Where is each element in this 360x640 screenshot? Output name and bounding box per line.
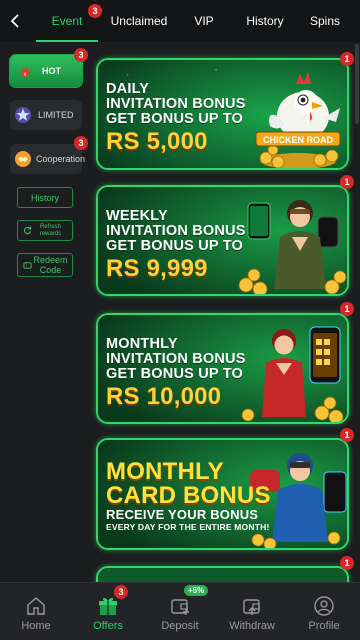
wallet-plus-icon	[171, 599, 189, 615]
history-button[interactable]: History	[17, 187, 73, 208]
banner1-line3: GET BONUS UP TO	[106, 111, 244, 127]
tab-spins-label: Spins	[309, 14, 341, 28]
redeem-code-label: Redeem Code	[33, 255, 68, 275]
banner4-line3: RECEIVE YOUR BONUS	[106, 507, 259, 522]
tab-unclaimed[interactable]: Unclaimed	[104, 0, 174, 42]
banner2-line2: INVITATION BONUS	[106, 223, 246, 239]
offers-screen: Event 3 Unclaimed VIP History Spins HOT …	[0, 0, 360, 640]
banner3-line3: GET BONUS UP TO	[106, 366, 244, 382]
nav-offers-label: Offers	[93, 620, 123, 632]
scrollbar[interactable]	[355, 44, 359, 124]
nav-profile[interactable]: Profile	[288, 583, 360, 640]
handshake-icon	[15, 151, 31, 167]
banner1-line1: DAILY	[106, 81, 150, 97]
sidebar-hot-label: HOT	[42, 66, 61, 76]
tab-vip-label: VIP	[194, 14, 214, 28]
monthly-invitation-banner[interactable]: MONTHLY INVITATION BONUS GET BONUS UP TO…	[96, 313, 349, 424]
nav-home-label: Home	[21, 620, 51, 632]
tab-vip[interactable]: VIP	[174, 0, 234, 42]
banner2-line1: WEEKLY	[106, 208, 168, 224]
redeem-code-button[interactable]: Redeem Code	[17, 253, 73, 277]
monthly-banner-text: MONTHLY INVITATION BONUS GET BONUS UP TO…	[106, 337, 246, 410]
banner1-line2: INVITATION BONUS	[106, 96, 246, 112]
sidebar-item-limited[interactable]: LIMITED	[10, 100, 82, 130]
deposit-bonus-pill: +5%	[184, 585, 209, 596]
refresh-icon	[23, 226, 31, 235]
star-icon	[15, 107, 31, 123]
nav-offers-badge: 3	[114, 585, 128, 599]
nav-profile-label: Profile	[308, 620, 340, 632]
nav-home[interactable]: Home	[0, 583, 72, 640]
refresh-rewards-label: Refresh rewards	[39, 223, 62, 237]
monthly-card-bonus-banner[interactable]: MONTHLY CARD BONUS RECEIVE YOUR BONUS EV…	[96, 438, 349, 550]
sidebar-hot-badge: 3	[74, 48, 88, 62]
nav-offers[interactable]: Offers 3	[72, 583, 144, 640]
ticket-icon	[22, 261, 32, 269]
daily-invitation-banner[interactable]: CHICKEN ROAD DAILY INVITATION BONUS GET …	[96, 58, 349, 170]
flame-icon	[21, 65, 29, 77]
tab-spins[interactable]: Spins	[296, 0, 354, 42]
sidebar-item-cooperation[interactable]: Cooperation 3	[10, 136, 88, 174]
tab-history[interactable]: History	[234, 0, 296, 42]
sidebar-cooperation-label: Cooperation	[36, 154, 86, 164]
top-nav: Event 3 Unclaimed VIP History Spins	[0, 0, 360, 42]
tab-bar: Event 3 Unclaimed VIP History Spins	[30, 0, 360, 42]
banner3-badge: 1	[340, 302, 354, 316]
aviator-girl-art	[238, 200, 347, 294]
home-icon	[27, 597, 45, 615]
back-button[interactable]	[0, 0, 30, 42]
banner1-amount: RS 5,000	[106, 128, 208, 155]
history-button-label: History	[30, 192, 59, 203]
banner4-line1: MONTHLY	[106, 458, 224, 485]
nav-withdraw-label: Withdraw	[229, 620, 275, 632]
tab-event-badge: 3	[88, 4, 102, 18]
banner2-amount: RS 9,999	[106, 255, 208, 282]
refresh-rewards-button[interactable]: Refresh rewards	[17, 220, 73, 241]
tab-event[interactable]: Event 3	[30, 0, 104, 42]
wallet-out-icon	[243, 599, 260, 615]
sidebar-cooperation-badge: 3	[74, 136, 88, 150]
weekly-banner-text: WEEKLY INVITATION BONUS GET BONUS UP TO …	[106, 209, 246, 282]
tab-unclaimed-label: Unclaimed	[110, 14, 168, 28]
card-bonus-text: MONTHLY CARD BONUS RECEIVE YOUR BONUS EV…	[106, 458, 271, 533]
nav-deposit[interactable]: Deposit +5%	[144, 583, 216, 640]
sidebar-limited-label: LIMITED	[38, 110, 74, 120]
tab-history-label: History	[246, 14, 284, 28]
profile-icon	[314, 596, 334, 616]
banner5-badge: 1	[340, 556, 354, 570]
pilot-girl-art	[241, 326, 344, 422]
chicken-road-logo: CHICKEN ROAD	[263, 135, 334, 145]
banner3-amount: RS 10,000	[106, 383, 222, 410]
banner1-badge: 1	[340, 52, 354, 66]
banner2-badge: 1	[340, 175, 354, 189]
weekly-invitation-banner[interactable]: WEEKLY INVITATION BONUS GET BONUS UP TO …	[96, 185, 349, 296]
daily-banner-text: DAILY INVITATION BONUS GET BONUS UP TO R…	[106, 82, 246, 155]
banner2-line3: GET BONUS UP TO	[106, 238, 244, 254]
sidebar-item-hot[interactable]: HOT 3	[10, 48, 88, 87]
tab-event-label: Event	[51, 14, 83, 28]
bottom-nav: Home Offers 3 Deposit +5% Withdraw Profi…	[0, 582, 360, 640]
banner4-line2: CARD BONUS	[106, 482, 271, 509]
chicken-mascot-art: CHICKEN ROAD	[255, 72, 341, 168]
nav-withdraw[interactable]: Withdraw	[216, 583, 288, 640]
banner4-line4: EVERY DAY FOR THE ENTIRE MONTH!	[106, 522, 270, 532]
nav-deposit-label: Deposit	[161, 620, 199, 632]
banner4-badge: 1	[340, 428, 354, 442]
chevron-left-icon	[10, 14, 19, 28]
banner3-line2: INVITATION BONUS	[106, 351, 246, 367]
banner3-line1: MONTHLY	[106, 336, 178, 352]
gift-icon	[99, 597, 117, 615]
